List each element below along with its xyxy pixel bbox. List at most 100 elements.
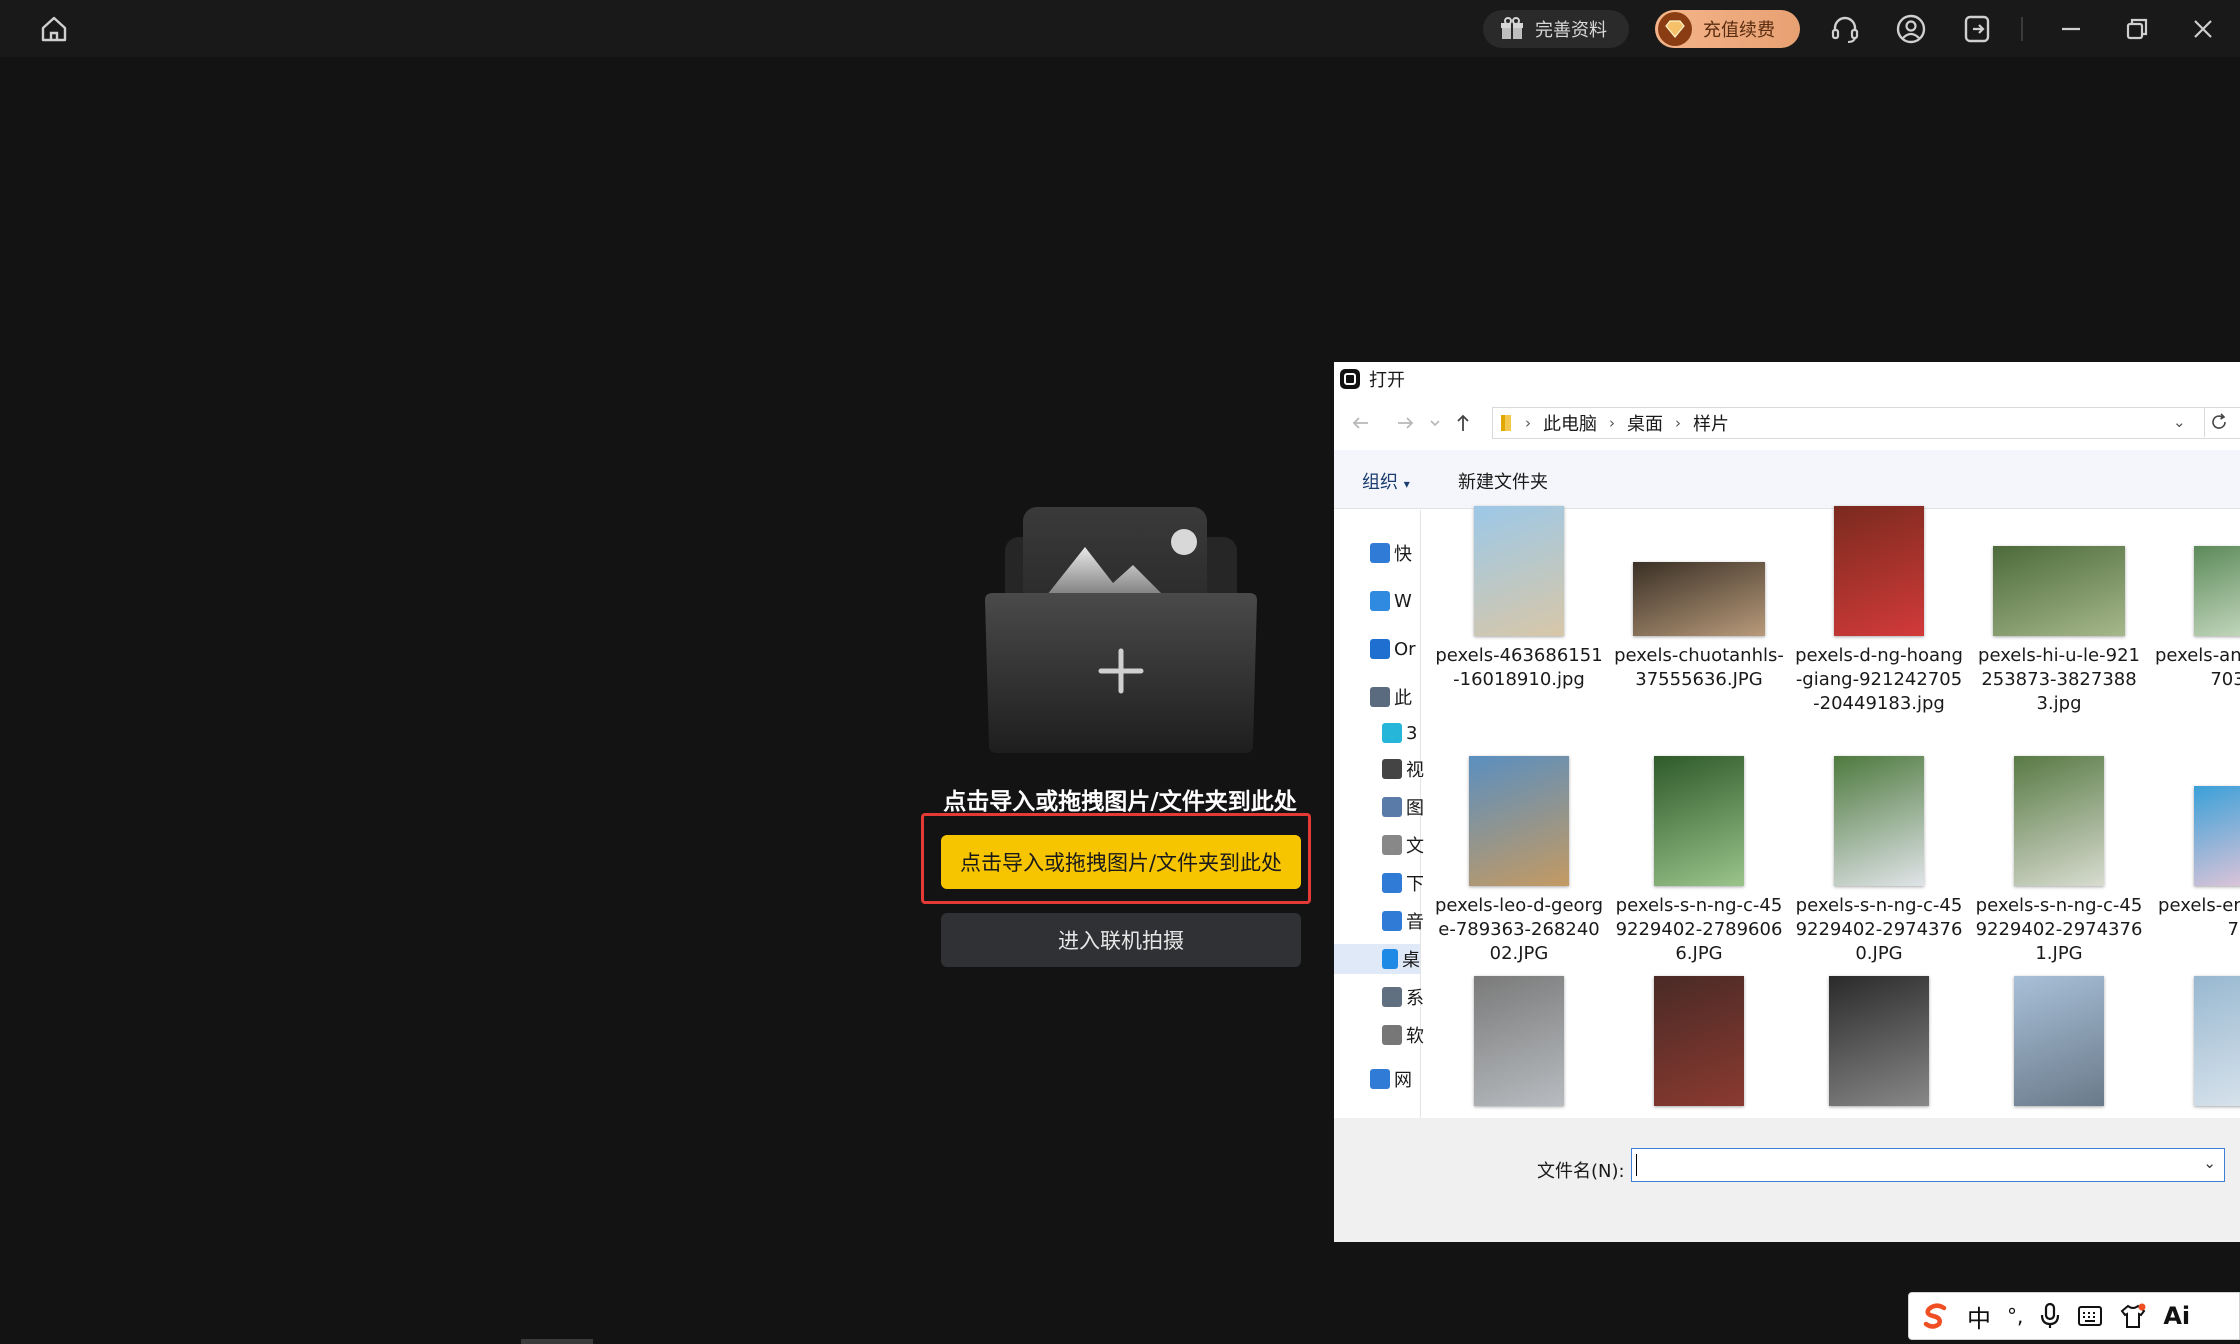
this-pc-icon [1370, 687, 1390, 707]
file-item[interactable] [1434, 976, 1604, 1114]
file-grid: pexels-463686151-16018910.jpg pexels-chuo… [1434, 502, 2240, 1118]
nav-item-label: 网 [1394, 1070, 1412, 1091]
diamond-icon [1658, 12, 1692, 46]
filename-dropdown-icon[interactable]: ⌄ [2203, 1154, 2216, 1172]
nav-item-documents[interactable]: 文 [1382, 830, 1424, 860]
home-icon[interactable] [37, 12, 71, 46]
restore-window-icon[interactable] [2120, 12, 2154, 46]
filename-label: 文件名(N): [1537, 1161, 1625, 1182]
file-name: pexels-ang-of762470342 [2154, 645, 2240, 690]
wps-cloud-icon [1370, 591, 1390, 611]
breadcrumb-desktop[interactable]: 桌面 [1627, 410, 1663, 436]
skin-shirt-icon[interactable] [2119, 1303, 2147, 1329]
breadcrumb-this-pc[interactable]: 此电脑 [1543, 410, 1597, 436]
folder-icon [1501, 415, 1511, 431]
file-item[interactable]: pexels-s-n-ng-c-459229402-29743761.JPG [1974, 756, 2144, 966]
file-item[interactable]: pexels-en-85938178 [2154, 786, 2240, 942]
nav-item-label: Or [1394, 638, 1416, 660]
onedrive-icon [1370, 639, 1390, 659]
file-name: pexels-s-n-ng-c-459229402-29743760.JPG [1795, 895, 1963, 964]
nav-item-label: 文 [1406, 836, 1424, 857]
ai-assistant-button[interactable]: Ai [2163, 1302, 2190, 1330]
back-arrow-icon[interactable] [1348, 410, 1374, 436]
file-item[interactable]: pexels-463686151-16018910.jpg [1434, 506, 1604, 692]
microphone-icon[interactable] [2039, 1302, 2061, 1330]
complete-profile-button[interactable]: 完善资料 [1483, 10, 1629, 48]
file-item[interactable] [1974, 976, 2144, 1114]
file-name: pexels-s-n-ng-c-459229402-29743761.JPG [1975, 895, 2143, 964]
tethered-shooting-button[interactable]: 进入联机拍摄 [941, 913, 1301, 967]
filename-input[interactable]: ⌄ [1631, 1148, 2225, 1182]
nav-item-videos[interactable]: 视 [1382, 754, 1424, 784]
headset-icon[interactable] [1828, 12, 1862, 46]
file-thumbnail [2194, 786, 2240, 886]
chinese-mode-toggle[interactable]: 中 [1967, 1299, 1991, 1334]
file-thumbnail [1474, 506, 1564, 636]
organize-label: 组织 [1362, 472, 1398, 493]
nav-item-pictures[interactable]: 图 [1382, 792, 1424, 822]
file-item[interactable]: pexels-hi-u-le-921253873-38273883.jpg [1974, 546, 2144, 716]
nav-item-label: 视 [1406, 760, 1424, 781]
nav-item-label: 音 [1406, 912, 1424, 933]
file-item[interactable] [1614, 976, 1784, 1114]
breadcrumb-separator-icon: › [1609, 414, 1615, 432]
file-name: pexels-chuotanhls-37555636.JPG [1614, 645, 1784, 690]
file-name: pexels-d-ng-hoang-giang-921242705-204491… [1795, 645, 1963, 714]
punctuation-toggle[interactable]: °, [2007, 1304, 2023, 1328]
dialog-title-bar: 打开 [1334, 362, 2240, 396]
breadcrumb-samples[interactable]: 样片 [1693, 410, 1729, 436]
logout-icon[interactable] [1960, 12, 1994, 46]
nav-item-wps-cloud[interactable]: W [1370, 586, 1412, 616]
import-button[interactable]: 点击导入或拖拽图片/文件夹到此处 [941, 835, 1301, 889]
nav-item-software-drive[interactable]: 软 [1382, 1020, 1424, 1050]
nav-item-this-pc[interactable]: 此 [1370, 682, 1412, 712]
file-item[interactable]: pexels-s-n-ng-c-459229402-29743760.JPG [1794, 756, 1964, 966]
gift-icon [1501, 17, 1523, 39]
toolbar-divider [2021, 17, 2023, 41]
horizontal-scroll-indicator[interactable] [521, 1339, 593, 1344]
nav-item-label: W [1394, 590, 1412, 612]
file-thumbnail [1474, 976, 1564, 1106]
file-item[interactable]: pexels-s-n-ng-c-459229402-27896066.JPG [1614, 756, 1784, 966]
nav-item-label: 图 [1406, 798, 1424, 819]
nav-item-downloads[interactable]: 下 [1382, 868, 1424, 898]
nav-item-network[interactable]: 网 [1370, 1064, 1412, 1094]
file-item[interactable]: pexels-leo-d-george-789363-26824002.JPG [1434, 756, 1604, 966]
sogou-logo-icon[interactable] [1921, 1301, 1951, 1331]
documents-icon [1382, 835, 1402, 855]
import-folder-illustration[interactable] [983, 505, 1259, 755]
file-item[interactable]: pexels-ang-of762470342 [2154, 546, 2240, 692]
recent-locations-chevron-icon[interactable] [1422, 410, 1448, 436]
user-account-icon[interactable] [1894, 12, 1928, 46]
file-thumbnail [2194, 976, 2240, 1106]
nav-item-music[interactable]: 音 [1382, 906, 1424, 936]
keyboard-icon[interactable] [2077, 1305, 2103, 1327]
file-item[interactable]: pexels-d-ng-hoang-giang-921242705-204491… [1794, 506, 1964, 716]
minimize-icon[interactable] [2054, 12, 2088, 46]
address-bar[interactable]: › 此电脑 › 桌面 › 样片 ⌄ [1492, 407, 2240, 439]
software-drive-icon [1382, 1025, 1402, 1045]
nav-item-onedrive[interactable]: Or [1370, 634, 1416, 664]
title-bar: 完善资料 充值续费 [0, 0, 2240, 57]
file-thumbnail [1654, 976, 1744, 1106]
downloads-icon [1382, 873, 1402, 893]
address-dropdown-icon[interactable]: ⌄ [2173, 413, 2186, 431]
file-thumbnail [1469, 756, 1569, 886]
close-icon[interactable] [2186, 12, 2220, 46]
nav-item-system-drive[interactable]: 系 [1382, 982, 1424, 1012]
file-item[interactable] [1794, 976, 1964, 1114]
nav-item-quick-access[interactable]: 快 [1370, 538, 1412, 568]
dialog-nav-row: › 此电脑 › 桌面 › 样片 ⌄ [1334, 402, 2240, 442]
up-arrow-icon[interactable] [1450, 410, 1476, 436]
file-item[interactable] [2154, 976, 2240, 1114]
organize-menu-button[interactable]: 组织 ▾ [1362, 468, 1410, 494]
new-folder-button[interactable]: 新建文件夹 [1458, 468, 1548, 494]
forward-arrow-icon[interactable] [1392, 410, 1418, 436]
nav-item-3d-objects[interactable]: 3 [1382, 718, 1417, 748]
breadcrumb-separator-icon: › [1675, 414, 1681, 432]
file-item[interactable]: pexels-chuotanhls-37555636.JPG [1614, 562, 1784, 692]
recharge-button[interactable]: 充值续费 [1655, 10, 1800, 48]
nav-item-desktop[interactable]: 桌 [1334, 944, 1420, 974]
breadcrumb-separator-icon: › [1525, 414, 1531, 432]
refresh-icon[interactable] [2204, 407, 2233, 437]
